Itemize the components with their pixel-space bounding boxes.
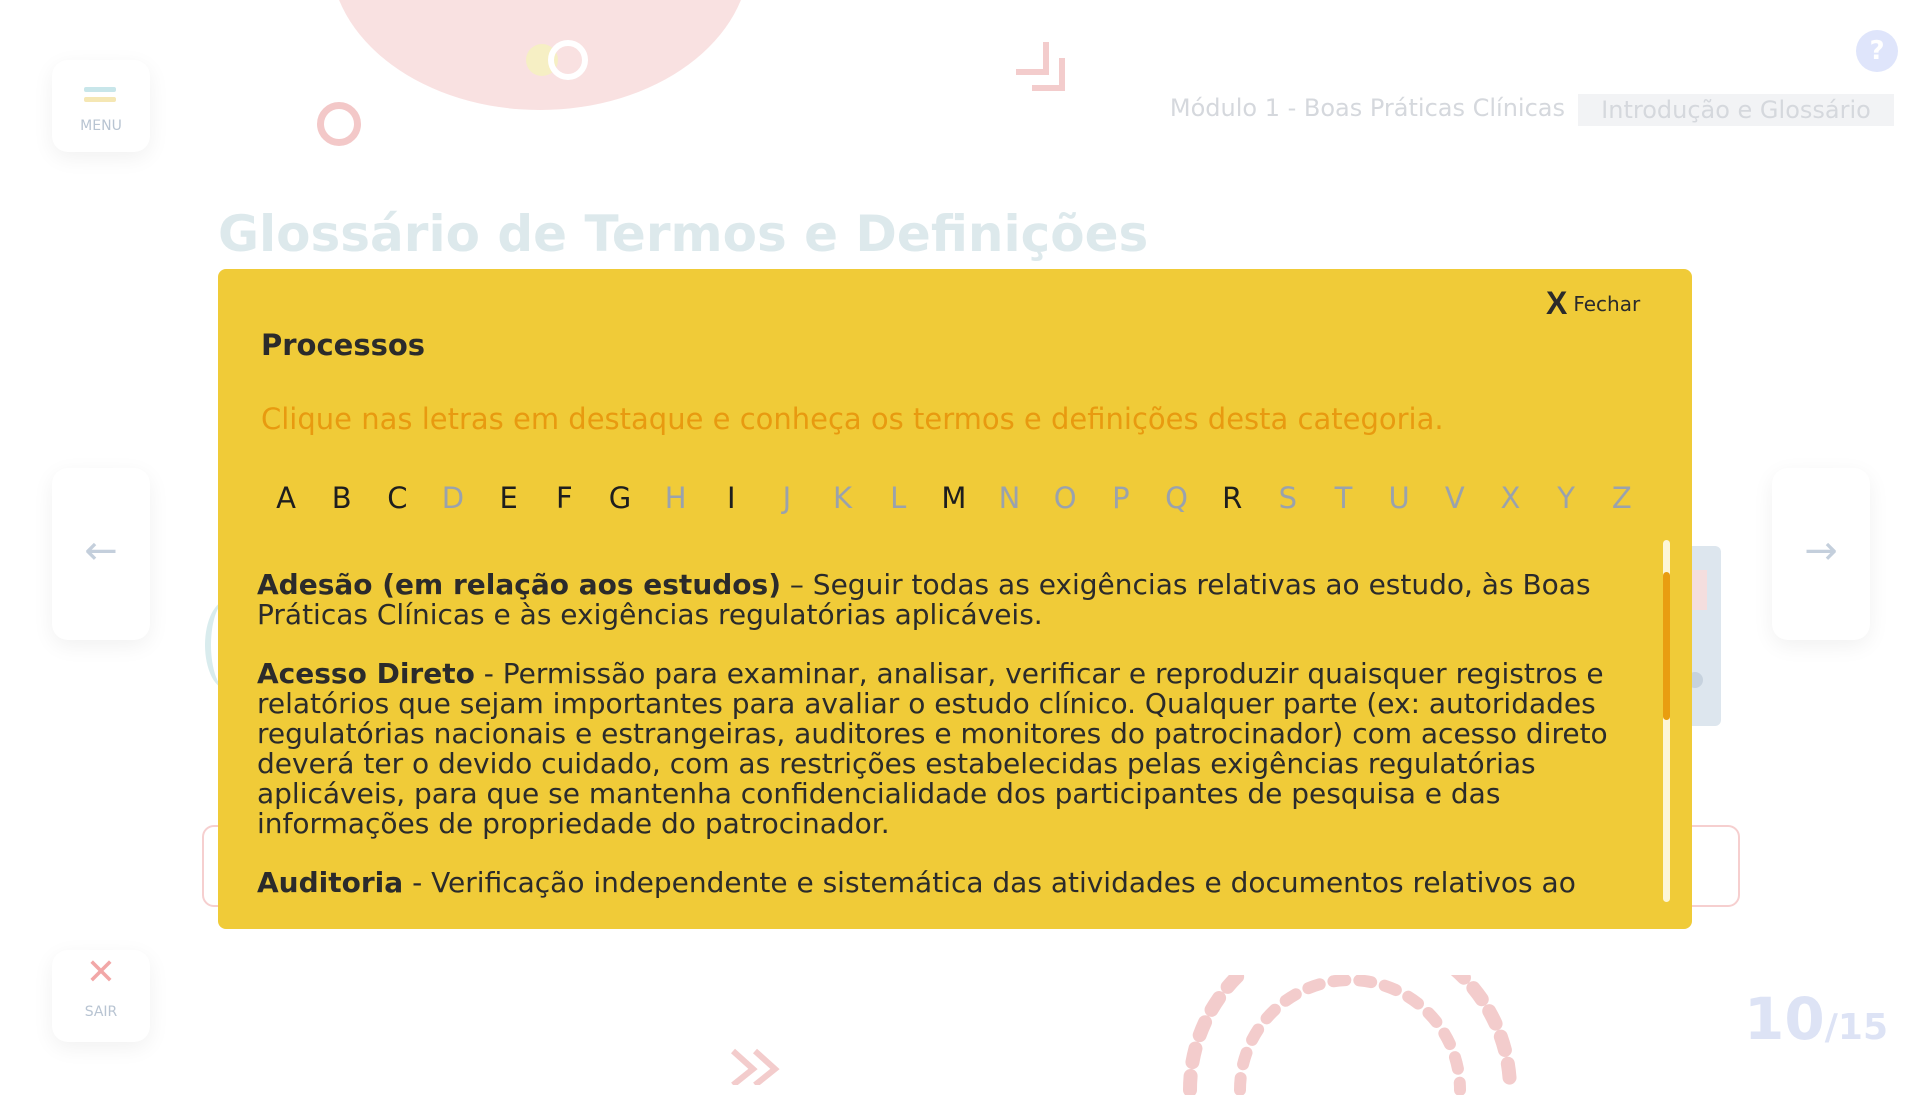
page-current: 10 <box>1744 985 1825 1053</box>
letter-d: D <box>441 481 465 515</box>
glossary-definition: - Verificação independente e sistemática… <box>403 866 1576 899</box>
menu-label: MENU <box>80 118 122 134</box>
modal-instruction: Clique nas letras em destaque e conheça … <box>261 402 1444 436</box>
letter-u: U <box>1388 481 1410 515</box>
letter-k: K <box>833 481 853 515</box>
glossary-term: Adesão (em relação aos estudos) <box>257 570 781 601</box>
decorative-dots <box>526 40 588 80</box>
close-icon: X <box>1546 285 1568 321</box>
letter-a[interactable]: A <box>268 478 304 518</box>
page-counter: 10/15 <box>1744 985 1888 1053</box>
modal-title: Processos <box>261 328 426 362</box>
letter-p: P <box>1112 481 1130 515</box>
letter-q: Q <box>1165 481 1188 515</box>
decorative-ring <box>317 102 361 146</box>
close-label: Fechar <box>1573 292 1641 316</box>
letter-r[interactable]: R <box>1214 478 1250 518</box>
arrow-right-icon: → <box>1804 528 1838 574</box>
alphabet-index: ABCDEFGHIJ K LMNO P QRS T UV X Y Z <box>268 478 1640 518</box>
arrow-left-icon: ← <box>84 528 118 574</box>
decorative-dotted-arc <box>1183 975 1517 1095</box>
glossary-entry: Adesão (em relação aos estudos) – Seguir… <box>257 570 1627 630</box>
page-title: Glossário de Termos e Definições <box>218 205 1149 263</box>
breadcrumb-module: Módulo 1 - Boas Práticas Clínicas <box>1169 94 1565 122</box>
scrollbar-thumb[interactable] <box>1663 572 1670 720</box>
letter-h: H <box>664 481 687 515</box>
glossary-list[interactable]: Adesão (em relação aos estudos) – Seguir… <box>257 570 1627 900</box>
close-icon: ✕ <box>85 952 117 993</box>
glossary-entry: Auditoria - Verificação independente e s… <box>257 868 1627 898</box>
hamburger-icon <box>84 87 116 107</box>
letter-g[interactable]: G <box>602 478 638 518</box>
decorative-corner <box>1016 42 1065 91</box>
glossary-entry: Acesso Direto - Permissão para examinar,… <box>257 659 1627 839</box>
letter-o: O <box>1053 481 1077 515</box>
breadcrumb-section: Introdução e Glossário <box>1578 94 1894 126</box>
glossary-term: Auditoria <box>257 866 404 899</box>
exit-label: SAIR <box>84 1004 118 1020</box>
letter-m[interactable]: M <box>936 478 972 518</box>
letter-i[interactable]: I <box>713 478 749 518</box>
letter-x: X <box>1500 481 1521 515</box>
letter-c[interactable]: C <box>379 478 415 518</box>
letter-s: S <box>1278 481 1298 515</box>
help-button[interactable]: ? <box>1856 30 1898 72</box>
page-total: /15 <box>1824 1007 1888 1048</box>
glossary-term: Acesso Direto <box>257 657 475 690</box>
letter-t: T <box>1334 481 1353 515</box>
decorative-chevrons <box>730 1048 780 1085</box>
letter-y: Y <box>1557 481 1575 515</box>
letter-l: L <box>890 481 907 515</box>
letter-n: N <box>998 481 1021 515</box>
letter-b[interactable]: B <box>324 478 360 518</box>
letter-j: J <box>782 481 792 515</box>
letter-e[interactable]: E <box>491 478 527 518</box>
letter-f[interactable]: F <box>546 478 582 518</box>
close-button[interactable]: X Fechar <box>1546 285 1640 322</box>
letter-z: Z <box>1611 481 1632 515</box>
letter-v: V <box>1444 481 1465 515</box>
